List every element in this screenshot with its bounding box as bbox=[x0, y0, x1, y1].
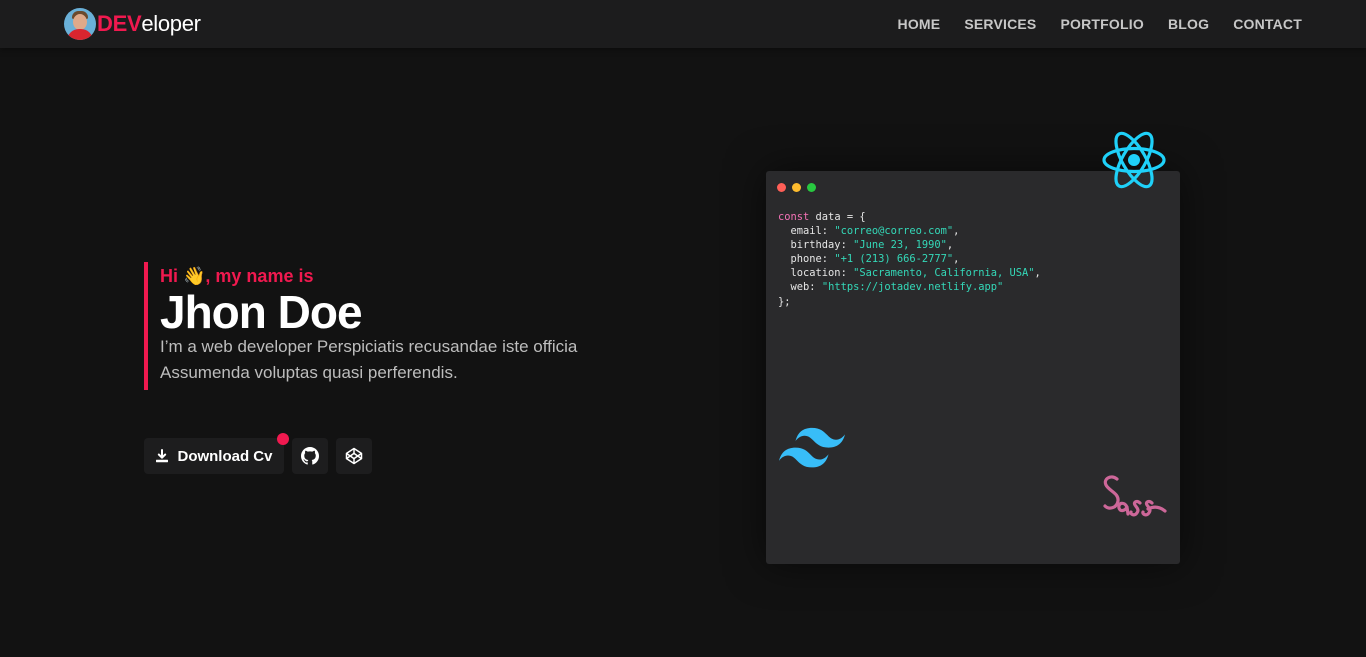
main-nav: HOME SERVICES PORTFOLIO BLOG CONTACT bbox=[898, 0, 1302, 48]
hero-actions: Download Cv bbox=[144, 433, 372, 474]
github-button[interactable] bbox=[292, 438, 328, 474]
react-icon bbox=[1102, 131, 1166, 189]
brand-logo[interactable]: DEV eloper bbox=[64, 8, 201, 40]
brand-rest-text: eloper bbox=[141, 11, 201, 36]
github-icon bbox=[301, 447, 319, 465]
hero-greeting: Hi 👋, my name is bbox=[160, 266, 314, 286]
avatar bbox=[64, 8, 96, 40]
tailwind-icon bbox=[779, 427, 845, 468]
nav-home[interactable]: HOME bbox=[898, 16, 941, 32]
hero-description: I’m a web developer Perspiciatis recusan… bbox=[160, 337, 578, 382]
code-closing: }; bbox=[778, 295, 791, 308]
download-cv-button[interactable]: Download Cv bbox=[144, 433, 289, 474]
code-value-location: "Sacramento, California, USA" bbox=[853, 267, 1035, 280]
nav-blog[interactable]: BLOG bbox=[1168, 16, 1209, 32]
notification-dot bbox=[277, 433, 289, 445]
code-key-birthday: birthday bbox=[790, 239, 841, 252]
download-cv-label: Download Cv bbox=[177, 447, 273, 465]
site-header: DEV eloper HOME SERVICES PORTFOLIO BLOG … bbox=[0, 0, 1366, 48]
nav-services[interactable]: SERVICES bbox=[964, 16, 1036, 32]
window-controls bbox=[777, 183, 816, 192]
nav-portfolio[interactable]: PORTFOLIO bbox=[1060, 16, 1143, 32]
hero-name: Jhon Doe bbox=[160, 286, 363, 338]
code-value-web: "https://jotadev.netlify.app" bbox=[821, 281, 1004, 294]
close-dot-icon bbox=[777, 183, 786, 192]
code-value-birthday: "June 23, 1990" bbox=[853, 239, 947, 252]
code-value-phone: "+1 (213) 666-2777" bbox=[834, 253, 954, 266]
code-keyword: const bbox=[778, 211, 810, 223]
maximize-dot-icon bbox=[807, 183, 816, 192]
nav-contact[interactable]: CONTACT bbox=[1233, 16, 1302, 32]
minimize-dot-icon bbox=[792, 183, 801, 192]
code-key-web: web bbox=[790, 281, 810, 294]
hero-intro: Hi 👋, my name is Jhon Doe I’m a web deve… bbox=[144, 262, 644, 390]
sass-icon bbox=[1103, 475, 1167, 517]
code-key-location: location bbox=[790, 267, 841, 280]
code-value-email: "correo@correo.com" bbox=[834, 225, 954, 238]
codepen-icon bbox=[345, 447, 363, 465]
brand-accent-text: DEV bbox=[97, 11, 142, 36]
code-snippet: const data = { email: "correo@correo.com… bbox=[778, 211, 1041, 308]
codepen-button[interactable] bbox=[336, 438, 372, 474]
code-key-email: email bbox=[790, 225, 822, 238]
code-variable: data = { bbox=[815, 211, 866, 223]
download-icon bbox=[156, 449, 169, 463]
code-key-phone: phone bbox=[790, 253, 822, 266]
